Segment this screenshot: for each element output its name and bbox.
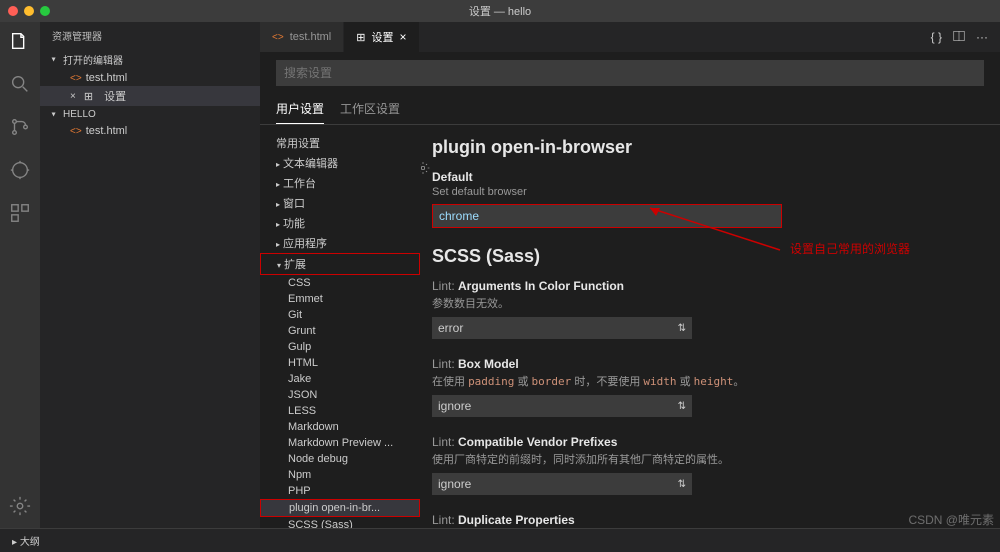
activity-bar <box>0 22 40 530</box>
lint-label: Lint: Duplicate Properties <box>432 513 976 527</box>
tab-settings[interactable]: ⊞设置× <box>344 22 419 52</box>
toc-window[interactable]: 窗口 <box>260 193 420 213</box>
section-plugin-title: plugin open-in-browser <box>432 137 976 158</box>
settings-detail: plugin open-in-browser Default Set defau… <box>420 125 1000 530</box>
setting-default-label: Default <box>432 170 976 184</box>
close-icon[interactable]: × <box>70 91 76 102</box>
outline-section[interactable]: ▸ 大纲 <box>0 528 1000 552</box>
toc-ext-item[interactable]: Markdown <box>260 419 420 435</box>
toc-ext-item[interactable]: Node debug <box>260 451 420 467</box>
toc-features[interactable]: 功能 <box>260 213 420 233</box>
braces-icon[interactable]: { } <box>931 30 942 44</box>
toc-ext-item[interactable]: JSON <box>260 387 420 403</box>
open-editor-item[interactable]: ×⊞ 设置 <box>40 86 260 106</box>
toc-ext-item[interactable]: Markdown Preview ... <box>260 435 420 451</box>
file-item[interactable]: <>test.html <box>40 123 260 139</box>
toc-ext-item[interactable]: HTML <box>260 355 420 371</box>
editor-area: <>test.html ⊞设置× { } ··· 用户设置 工作区设置 常用设置… <box>260 22 1000 530</box>
default-browser-input[interactable] <box>432 204 782 228</box>
extensions-icon[interactable] <box>9 202 31 227</box>
window-title: 设置 — hello <box>469 3 531 19</box>
toc-ext-item[interactable]: Emmet <box>260 291 420 307</box>
toc-ext-item[interactable]: Git <box>260 307 420 323</box>
watermark: CSDN @唯元素 <box>908 511 994 528</box>
lint-desc: 不要使用重复的样式定义。 <box>432 529 976 530</box>
toc-common[interactable]: 常用设置 <box>260 133 420 153</box>
explorer-icon[interactable] <box>9 30 31 55</box>
toc-ext-item[interactable]: plugin open-in-br... <box>260 499 420 517</box>
minimize-window-icon[interactable] <box>24 6 34 16</box>
lint-desc: 使用厂商特定的前缀时，同时添加所有其他厂商特定的属性。 <box>432 451 976 467</box>
lint-desc: 参数数目无效。 <box>432 295 976 311</box>
debug-icon[interactable] <box>9 159 31 184</box>
lint-select[interactable]: ignore <box>432 395 692 417</box>
scope-user[interactable]: 用户设置 <box>276 94 324 124</box>
open-editor-item[interactable]: <>test.html <box>40 70 260 86</box>
lint-desc: 在使用 padding 或 border 时，不要使用 width 或 heig… <box>432 373 976 389</box>
toc-ext-item[interactable]: Npm <box>260 467 420 483</box>
sidebar-title: 资源管理器 <box>40 22 260 49</box>
html-file-icon: <> <box>70 126 82 137</box>
lint-select[interactable]: ignore <box>432 473 692 495</box>
toc-ext-item[interactable]: Jake <box>260 371 420 387</box>
settings-search-input[interactable] <box>276 60 984 86</box>
toc-ext-item[interactable]: Gulp <box>260 339 420 355</box>
toc-extensions[interactable]: 扩展 <box>260 253 420 275</box>
source-control-icon[interactable] <box>9 116 31 141</box>
lint-label: Lint: Box Model <box>432 357 976 371</box>
section-scss-title: SCSS (Sass) <box>432 246 976 267</box>
settings-file-icon: ⊞ <box>84 90 93 103</box>
folder-section[interactable]: HELLO <box>40 106 260 123</box>
sidebar: 资源管理器 打开的编辑器 <>test.html ×⊞ 设置 HELLO <>t… <box>40 22 260 530</box>
toc-text-editor[interactable]: 文本编辑器 <box>260 153 420 173</box>
setting-default-desc: Set default browser <box>432 186 976 198</box>
split-editor-icon[interactable] <box>952 29 966 46</box>
settings-scope-tabs: 用户设置 工作区设置 <box>260 94 1000 125</box>
maximize-window-icon[interactable] <box>40 6 50 16</box>
search-icon[interactable] <box>9 73 31 98</box>
toc-ext-item[interactable]: PHP <box>260 483 420 499</box>
settings-file-icon: ⊞ <box>356 31 365 44</box>
html-file-icon: <> <box>272 32 284 43</box>
toc-ext-item[interactable]: CSS <box>260 275 420 291</box>
settings-gear-icon[interactable] <box>9 495 31 520</box>
close-window-icon[interactable] <box>8 6 18 16</box>
toc-application[interactable]: 应用程序 <box>260 233 420 253</box>
tab-test-html[interactable]: <>test.html <box>260 22 344 52</box>
window-controls <box>0 6 50 16</box>
open-editors-section[interactable]: 打开的编辑器 <box>40 49 260 70</box>
titlebar: 设置 — hello <box>0 0 1000 22</box>
lint-label: Lint: Arguments In Color Function <box>432 279 976 293</box>
html-file-icon: <> <box>70 73 82 84</box>
scope-workspace[interactable]: 工作区设置 <box>340 94 400 124</box>
close-tab-icon[interactable]: × <box>399 30 406 44</box>
toc-workbench[interactable]: 工作台 <box>260 173 420 193</box>
more-icon[interactable]: ··· <box>976 30 988 44</box>
toc-ext-item[interactable]: LESS <box>260 403 420 419</box>
lint-select[interactable]: error <box>432 317 692 339</box>
setting-gear-icon[interactable] <box>420 161 430 178</box>
toc-ext-item[interactable]: Grunt <box>260 323 420 339</box>
settings-toc: 常用设置 文本编辑器 工作台 窗口 功能 应用程序 扩展 CSSEmmetGit… <box>260 125 420 530</box>
lint-label: Lint: Compatible Vendor Prefixes <box>432 435 976 449</box>
editor-tabs: <>test.html ⊞设置× { } ··· <box>260 22 1000 52</box>
